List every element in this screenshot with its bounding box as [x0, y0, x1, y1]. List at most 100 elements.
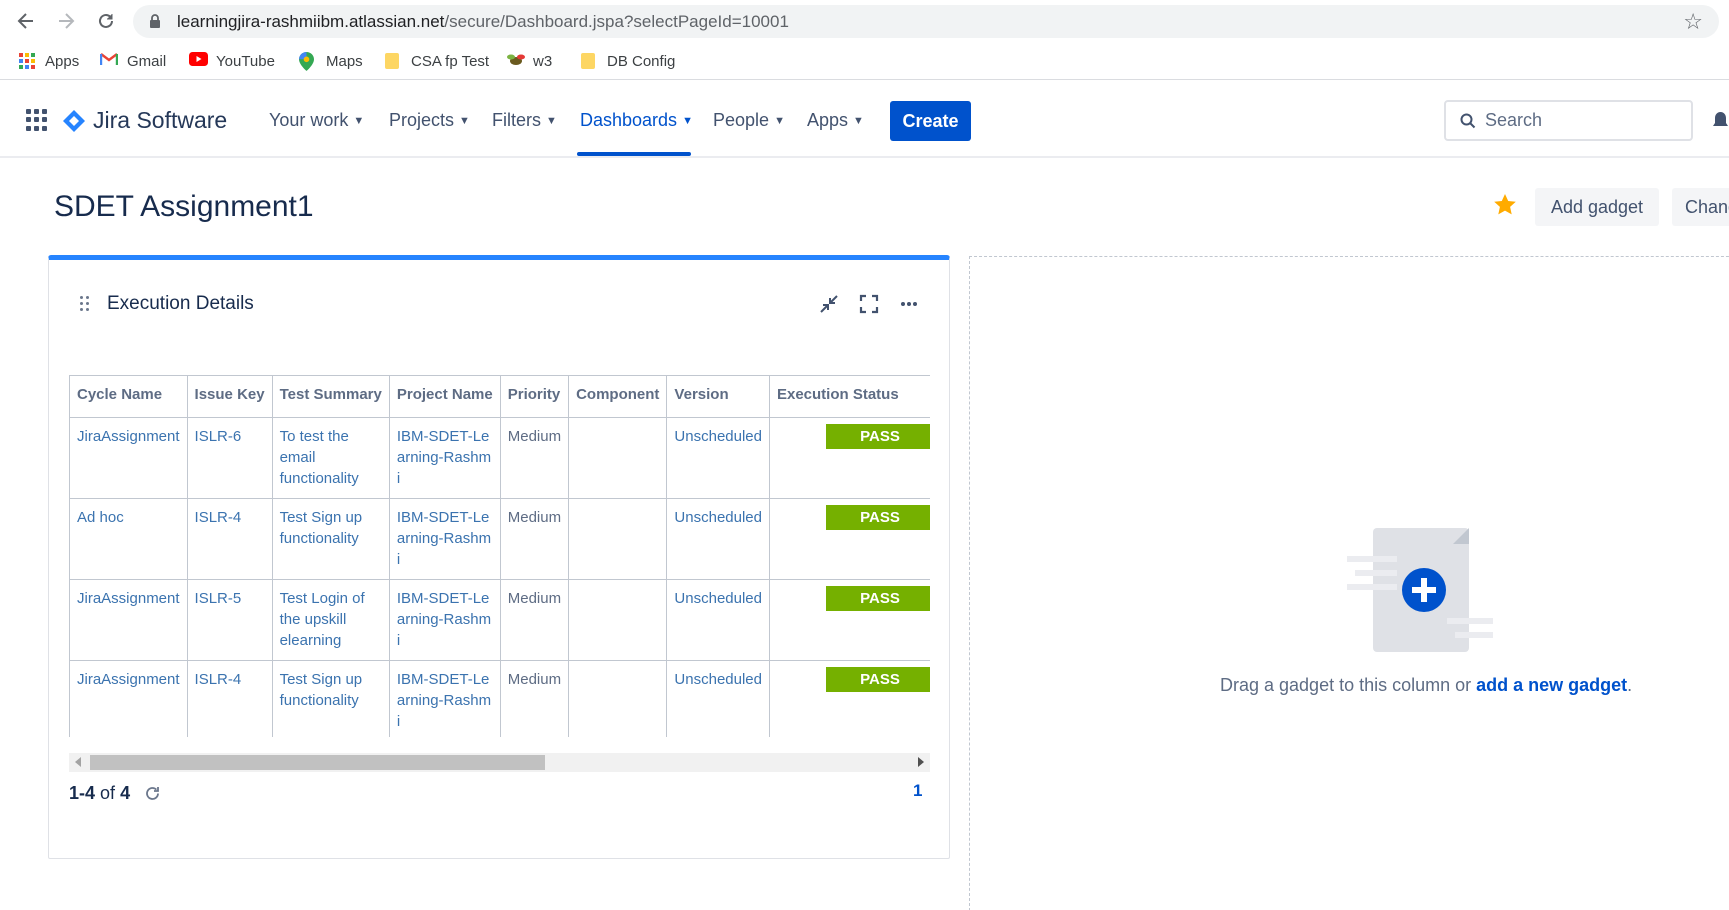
search-input[interactable]: Search [1444, 100, 1693, 141]
scroll-right-arrow-icon[interactable] [918, 757, 924, 767]
column-header[interactable]: Priority [499, 375, 570, 418]
column-header[interactable]: Version [666, 375, 770, 418]
notifications-icon[interactable] [1712, 110, 1729, 137]
add-new-gadget-link[interactable]: add a new gadget [1476, 675, 1627, 695]
change-layout-button[interactable]: Change [1672, 188, 1729, 226]
project-name-link[interactable]: IBM-SDET-Learning-Rashmi [388, 498, 501, 580]
browser-toolbar: learningjira-rashmiibm.atlassian.net/sec… [0, 0, 1729, 42]
component-cell [568, 417, 668, 499]
pager-of: of [100, 783, 116, 803]
nav-your-work[interactable]: Your work ▼ [269, 110, 364, 131]
gadget-title: Execution Details [107, 293, 254, 314]
project-name-link[interactable]: IBM-SDET-Learning-Rashmi [388, 660, 501, 737]
favorite-star-icon[interactable] [1493, 193, 1517, 221]
status-badge[interactable]: PASS [825, 586, 930, 611]
table-row: Ad hoc ISLR-4 Test Sign up functionality… [69, 498, 930, 580]
more-options-icon[interactable] [897, 292, 921, 316]
nav-people[interactable]: People ▼ [713, 110, 785, 131]
column-header[interactable]: Component [568, 375, 668, 418]
issue-key-link[interactable]: ISLR-4 [186, 660, 273, 737]
column-header[interactable]: Issue Key [186, 375, 273, 418]
scroll-left-arrow-icon[interactable] [75, 757, 81, 767]
execution-status-cell: PASS [768, 498, 930, 580]
app-switcher-icon[interactable] [26, 109, 48, 131]
test-summary-link[interactable]: Test Login of the upskill elearning [271, 579, 390, 661]
cycle-name-link[interactable]: JiraAssignment [69, 417, 188, 499]
refresh-icon[interactable] [144, 785, 161, 807]
status-badge[interactable]: PASS [825, 505, 930, 530]
project-name-link[interactable]: IBM-SDET-Learning-Rashmi [388, 417, 501, 499]
active-nav-indicator [577, 152, 691, 156]
chevron-down-icon: ▼ [682, 114, 693, 127]
issue-key-link[interactable]: ISLR-4 [186, 498, 273, 580]
lock-icon [149, 14, 161, 34]
test-summary-link[interactable]: Test Sign up functionality [271, 498, 390, 580]
forward-arrow-icon[interactable] [54, 9, 78, 33]
address-bar[interactable]: learningjira-rashmiibm.atlassian.net/sec… [133, 5, 1719, 38]
version-link[interactable]: Unscheduled [666, 417, 770, 499]
nav-projects[interactable]: Projects ▼ [389, 110, 470, 131]
status-badge[interactable]: PASS [825, 424, 930, 449]
apps-grid-icon [18, 52, 36, 70]
nav-filters[interactable]: Filters ▼ [492, 110, 557, 131]
nav-dashboards[interactable]: Dashboards ▼ [580, 110, 693, 131]
page-title: SDET Assignment1 [54, 190, 314, 223]
column-header[interactable]: Execution Status [768, 375, 930, 418]
jira-top-nav: Jira Software Your work ▼ Projects ▼ Filte… [0, 83, 1729, 158]
bookmark-star-icon[interactable]: ☆ [1683, 9, 1703, 35]
url-text: learningjira-rashmiibm.atlassian.net/sec… [177, 12, 789, 31]
horizontal-scrollbar[interactable] [69, 753, 930, 772]
bookmark-label: w3 [533, 52, 553, 70]
bookmark-apps[interactable]: Apps [18, 52, 79, 70]
search-placeholder: Search [1485, 110, 1543, 130]
current-page-number[interactable]: 1 [913, 781, 922, 801]
bookmark-db-config[interactable]: DB Config [580, 52, 675, 70]
empty-column-message: Drag a gadget to this column or add a ne… [1220, 675, 1633, 695]
status-badge[interactable]: PASS [825, 667, 930, 692]
issue-key-link[interactable]: ISLR-6 [186, 417, 273, 499]
version-link[interactable]: Unscheduled [666, 579, 770, 661]
cycle-name-link[interactable]: Ad hoc [69, 498, 188, 580]
folder-icon [580, 52, 598, 70]
create-button[interactable]: Create [890, 101, 971, 141]
column-header[interactable]: Project Name [388, 375, 501, 418]
bookmark-label: DB Config [607, 52, 676, 70]
add-gadget-button[interactable]: Add gadget [1535, 188, 1659, 226]
version-link[interactable]: Unscheduled [666, 498, 770, 580]
product-name: Jira Software [93, 107, 228, 133]
bookmark-csa-fp-test[interactable]: CSA fp Test [384, 52, 489, 70]
table-header-row: Cycle Name Issue Key Test Summary Projec… [69, 375, 930, 418]
project-name-link[interactable]: IBM-SDET-Learning-Rashmi [388, 579, 501, 661]
executions-table: Cycle Name Issue Key Test Summary Projec… [69, 375, 930, 737]
chevron-down-icon: ▼ [546, 114, 557, 127]
execution-status-cell: PASS [768, 660, 930, 737]
cycle-name-link[interactable]: JiraAssignment [69, 579, 188, 661]
cycle-name-link[interactable]: JiraAssignment [69, 660, 188, 737]
minimize-icon[interactable] [817, 292, 841, 316]
bookmark-maps[interactable]: Maps [299, 52, 363, 71]
priority-cell: Medium [499, 660, 570, 737]
jira-logo[interactable]: Jira Software [63, 107, 227, 134]
column-header[interactable]: Test Summary [271, 375, 390, 418]
bookmark-gmail[interactable]: Gmail [99, 52, 167, 70]
issue-key-link[interactable]: ISLR-5 [186, 579, 273, 661]
test-summary-link[interactable]: Test Sign up functionality [271, 660, 390, 737]
test-summary-link[interactable]: To test the email functionality [271, 417, 390, 499]
component-cell [568, 660, 668, 737]
version-link[interactable]: Unscheduled [666, 660, 770, 737]
execution-status-cell: PASS [768, 417, 930, 499]
bookmark-label: Gmail [127, 52, 167, 70]
nav-apps[interactable]: Apps ▼ [807, 110, 864, 131]
bookmark-youtube[interactable]: YouTube [189, 52, 275, 70]
pagination-summary: 1-4 of 4 [69, 783, 130, 804]
bookmark-w3[interactable]: w3 [506, 52, 552, 70]
drag-handle-icon[interactable] [80, 296, 89, 311]
column-header[interactable]: Cycle Name [69, 375, 188, 418]
maps-icon [299, 52, 317, 71]
reload-icon[interactable] [94, 9, 118, 33]
scrollbar-thumb[interactable] [90, 755, 545, 770]
maximize-icon[interactable] [857, 292, 881, 316]
back-arrow-icon[interactable] [14, 9, 38, 33]
folder-icon [384, 52, 402, 70]
table-row: JiraAssignment ISLR-5 Test Login of the … [69, 579, 930, 661]
